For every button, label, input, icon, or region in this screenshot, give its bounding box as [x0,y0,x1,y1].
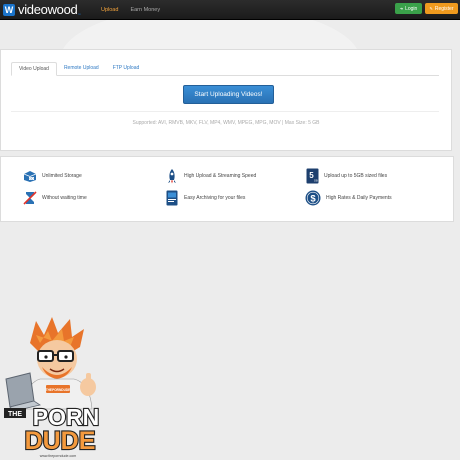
feature-high-speed: High Upload & Streaming Speed [165,167,256,185]
supported-formats-text: Supported: AVI, RMVB, MKV, FLV, MP4, WMV… [132,120,320,126]
nav-upload-link[interactable]: Upload [101,7,118,13]
feature-label: High Upload & Streaming Speed [184,173,257,179]
feature-label: Easy Archiving for your files [184,195,246,201]
mascot-badge-text: THEPORNDUDE [46,388,71,392]
feature-label: Upload up to 5GB sized files [324,173,388,179]
logo-text: videowood [18,2,78,17]
svg-text:GO: GO [29,177,33,181]
start-uploading-button[interactable]: Start Uploading Videos! [183,85,274,104]
5gb-file-icon: 5 GB [305,168,319,184]
no-wait-hourglass-icon [23,190,37,206]
logo-mark-icon: W [3,3,15,16]
archive-book-icon [165,190,179,206]
tab-ftp-upload[interactable]: FTP Upload [106,62,147,75]
divider [11,111,439,112]
feature-payments: $ High Rates & Daily Payments [305,189,392,207]
login-label: Login [405,5,418,12]
feature-5gb-files: 5 GB Upload up to 5GB sized files [305,167,387,185]
login-icon: ➜ [399,6,404,11]
feature-label: Without waiting time [42,195,87,201]
feature-label: High Rates & Daily Payments [326,195,392,201]
register-label: Register [434,5,454,12]
tab-remote-upload[interactable]: Remote Upload [57,62,106,75]
porndude-mascot-badge[interactable]: THEPORNDUDE THE PORN DUDE www.theporndud… [0,313,115,460]
svg-text:$: $ [310,193,316,204]
feature-unlimited-storage: GO Unlimited Storage [23,167,82,185]
site-logo[interactable]: W videowood tv [3,2,81,17]
register-button[interactable]: ✎ Register [425,3,458,14]
upload-tabs: Video Upload Remote Upload FTP Upload [11,62,439,76]
tab-video-upload[interactable]: Video Upload [11,62,57,76]
speed-rocket-icon [165,168,179,184]
nav-earn-money-link[interactable]: Earn Money [130,7,160,13]
storage-box-icon: GO [23,168,37,184]
mascot-url: www.theporndude.com [40,454,77,458]
register-icon: ✎ [429,6,433,11]
feature-no-wait: Without waiting time [23,189,87,207]
nav-links: Upload Earn Money [101,0,172,19]
login-button[interactable]: ➜ Login [395,3,422,14]
feature-archiving: Easy Archiving for your files [165,189,245,207]
mascot-text-dude: DUDE [25,427,96,455]
mascot-text-the: THE [8,411,22,418]
dollar-coin-icon: $ [305,190,321,206]
features-panel: GO Unlimited Storage High Upload & Strea… [0,156,454,222]
top-navbar: W videowood tv Upload Earn Money ➜ Login… [0,0,460,20]
svg-text:GB: GB [313,179,317,183]
logo-suffix: tv [78,12,81,16]
feature-label: Unlimited Storage [42,173,82,179]
upload-panel: Video Upload Remote Upload FTP Upload St… [0,49,452,151]
